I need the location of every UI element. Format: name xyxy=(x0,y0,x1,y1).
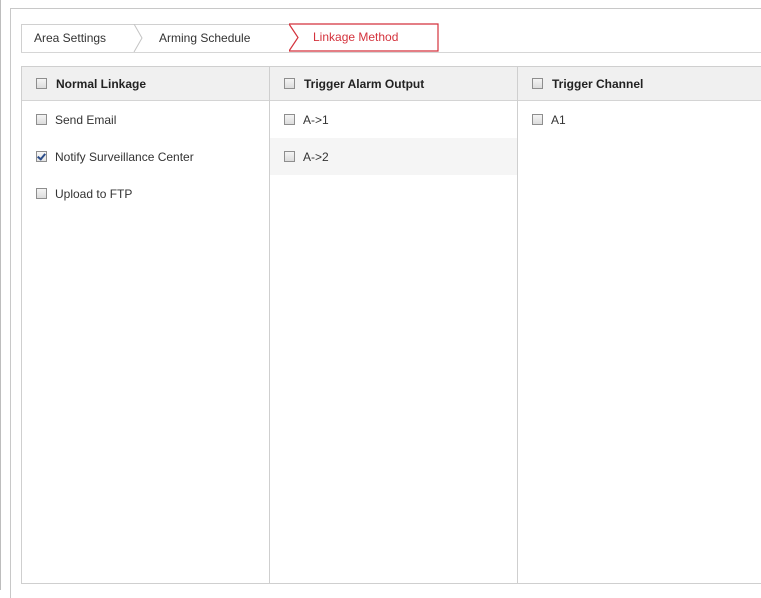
list-item: A1 xyxy=(518,101,761,138)
list-item: Notify Surveillance Center xyxy=(22,138,269,175)
trigger-alarm-output-header: Trigger Alarm Output xyxy=(270,67,517,101)
upload-to-ftp-label: Upload to FTP xyxy=(55,187,133,201)
send-email-checkbox[interactable] xyxy=(36,114,47,125)
alarm-output-a1-checkbox[interactable] xyxy=(284,114,295,125)
tab-area-settings[interactable]: Area Settings xyxy=(21,24,140,52)
list-item: A->1 xyxy=(270,101,517,138)
alarm-output-a2-label: A->2 xyxy=(303,150,329,164)
normal-linkage-header-label: Normal Linkage xyxy=(56,77,147,91)
trigger-channel-header-label: Trigger Channel xyxy=(552,77,644,91)
alarm-output-a2-checkbox[interactable] xyxy=(284,151,295,162)
normal-linkage-select-all-checkbox[interactable] xyxy=(36,78,47,89)
channel-a1-checkbox[interactable] xyxy=(532,114,543,125)
trigger-alarm-output-column: Trigger Alarm Output A->1 A->2 xyxy=(270,67,518,583)
linkage-table: Normal Linkage Send Email Notify Surveil… xyxy=(21,66,761,584)
tab-bar: Area Settings Arming Schedule Linkage Me… xyxy=(21,23,761,53)
normal-linkage-header: Normal Linkage xyxy=(22,67,269,101)
tab-area-settings-label: Area Settings xyxy=(34,31,107,45)
window-left-border xyxy=(0,0,1,590)
trigger-channel-header: Trigger Channel xyxy=(518,67,761,101)
send-email-label: Send Email xyxy=(55,113,117,127)
trigger-alarm-output-header-label: Trigger Alarm Output xyxy=(304,77,425,91)
alarm-output-a1-label: A->1 xyxy=(303,113,329,127)
list-item: Upload to FTP xyxy=(22,175,269,212)
notify-surveillance-center-checkbox[interactable] xyxy=(36,151,47,162)
channel-a1-label: A1 xyxy=(551,113,566,127)
tab-arming-schedule[interactable]: Arming Schedule xyxy=(139,24,291,52)
notify-surveillance-center-label: Notify Surveillance Center xyxy=(55,150,194,164)
normal-linkage-column: Normal Linkage Send Email Notify Surveil… xyxy=(22,67,270,583)
upload-to-ftp-checkbox[interactable] xyxy=(36,188,47,199)
trigger-alarm-output-select-all-checkbox[interactable] xyxy=(284,78,295,89)
tab-arming-schedule-label: Arming Schedule xyxy=(159,31,251,45)
list-item: A->2 xyxy=(270,138,517,175)
list-item: Send Email xyxy=(22,101,269,138)
tab-linkage-method[interactable]: Linkage Method xyxy=(289,23,439,52)
trigger-channel-column: Trigger Channel A1 xyxy=(518,67,761,583)
trigger-channel-select-all-checkbox[interactable] xyxy=(532,78,543,89)
tab-linkage-method-label: Linkage Method xyxy=(313,30,399,44)
